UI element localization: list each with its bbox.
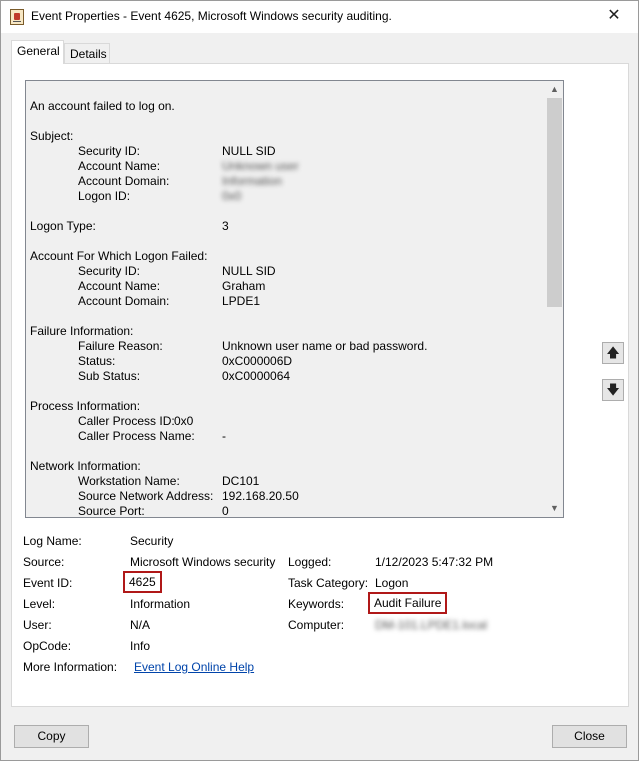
logon-type-label: Logon Type: <box>30 219 96 233</box>
tab-details[interactable]: Details <box>64 43 110 65</box>
subject-account-domain-label: Account Domain: <box>78 174 170 188</box>
task-category-label: Task Category: <box>288 576 369 590</box>
source-address-label: Source Network Address: <box>78 489 214 503</box>
log-name: Security <box>130 534 174 548</box>
failed-security-id: NULL SID <box>222 264 276 278</box>
failure-sub-status: 0xC0000064 <box>222 369 291 383</box>
scrollbar-thumb[interactable] <box>547 98 562 307</box>
keywords-label: Keywords: <box>288 597 345 611</box>
subject-logon-id: 0x0 <box>222 189 242 203</box>
caller-pid: 0x0 <box>174 414 194 428</box>
failed-account-name-label: Account Name: <box>78 279 161 293</box>
general-tab-panel: An account failed to log on. Subject: Se… <box>11 63 629 707</box>
task-category-value: Logon <box>375 576 409 590</box>
window-title: Event Properties - Event 4625, Microsoft… <box>31 9 392 23</box>
close-icon[interactable]: ✕ <box>602 4 626 28</box>
event-description-text: An account failed to log on. Subject: Se… <box>30 81 535 517</box>
copy-button[interactable]: Copy <box>14 725 89 748</box>
user-value: N/A <box>130 618 151 632</box>
failure-sub-status-label: Sub Status: <box>78 369 141 383</box>
event-viewer-icon <box>10 9 24 25</box>
source-port: 0 <box>222 504 229 517</box>
failure-reason: Unknown user name or bad password. <box>222 339 428 353</box>
source-port-label: Source Port: <box>78 504 145 517</box>
failure-status: 0xC000006D <box>222 354 293 368</box>
event-log-online-help-link[interactable]: Event Log Online Help <box>134 659 254 675</box>
scroll-up-icon[interactable]: ▲ <box>546 81 563 98</box>
failed-account-domain-label: Account Domain: <box>78 294 170 308</box>
arrow-up-icon: 🡅 <box>606 345 620 360</box>
computer-value: DM-101.LPDE1.local <box>375 618 488 632</box>
user-label: User: <box>23 618 52 632</box>
failed-account-header: Account For Which Logon Failed: <box>30 249 208 263</box>
source-address: 192.168.20.50 <box>222 489 299 503</box>
network-header: Network Information: <box>30 459 141 473</box>
failed-account-domain: LPDE1 <box>222 294 261 308</box>
failure-status-label: Status: <box>78 354 116 368</box>
process-header: Process Information: <box>30 399 141 413</box>
level-value: Information <box>130 597 191 611</box>
event-properties-window: Event Properties - Event 4625, Microsoft… <box>0 0 639 761</box>
level-label: Level: <box>23 597 56 611</box>
failed-account-name: Graham <box>222 279 266 293</box>
next-event-button[interactable]: 🡇 <box>602 379 624 401</box>
keywords-value: Audit Failure <box>368 592 448 614</box>
failure-header: Failure Information: <box>30 324 134 338</box>
title-bar: Event Properties - Event 4625, Microsoft… <box>1 1 638 33</box>
opcode-value: Info <box>130 639 151 653</box>
subject-account-domain: Information <box>222 174 283 188</box>
subject-security-id-label: Security ID: <box>78 144 141 158</box>
event-description-box[interactable]: An account failed to log on. Subject: Se… <box>25 80 564 518</box>
subject-logon-id-label: Logon ID: <box>78 189 131 203</box>
headline: An account failed to log on. <box>30 99 175 113</box>
caller-name: - <box>222 429 226 443</box>
workstation-name: DC101 <box>222 474 260 488</box>
failed-security-id-label: Security ID: <box>78 264 141 278</box>
workstation-label: Workstation Name: <box>78 474 180 488</box>
logged-label: Logged: <box>288 555 332 569</box>
failure-reason-label: Failure Reason: <box>78 339 163 353</box>
previous-event-button[interactable]: 🡅 <box>602 342 624 364</box>
subject-account-name: Unknown user <box>222 159 299 173</box>
close-button[interactable]: Close <box>552 725 627 748</box>
source-label: Source: <box>23 555 65 569</box>
log-name-label: Log Name: <box>23 534 82 548</box>
subject-account-name-label: Account Name: <box>78 159 161 173</box>
more-info-label: More Information: <box>23 660 118 674</box>
event-id-label: Event ID: <box>23 576 73 590</box>
subject-header: Subject: <box>30 129 74 143</box>
source-value: Microsoft Windows security <box>130 555 276 569</box>
logged-value: 1/12/2023 5:47:32 PM <box>375 555 494 569</box>
computer-label: Computer: <box>288 618 345 632</box>
arrow-down-icon: 🡇 <box>606 382 620 397</box>
event-id-value: 4625 <box>123 571 162 593</box>
description-scrollbar[interactable]: ▲ ▼ <box>546 81 563 517</box>
tab-general[interactable]: General <box>11 40 64 64</box>
scroll-down-icon[interactable]: ▼ <box>546 500 563 517</box>
caller-pid-label: Caller Process ID: <box>78 414 175 428</box>
logon-type: 3 <box>222 219 229 233</box>
caller-name-label: Caller Process Name: <box>78 429 195 443</box>
subject-security-id: NULL SID <box>222 144 276 158</box>
opcode-label: OpCode: <box>23 639 72 653</box>
